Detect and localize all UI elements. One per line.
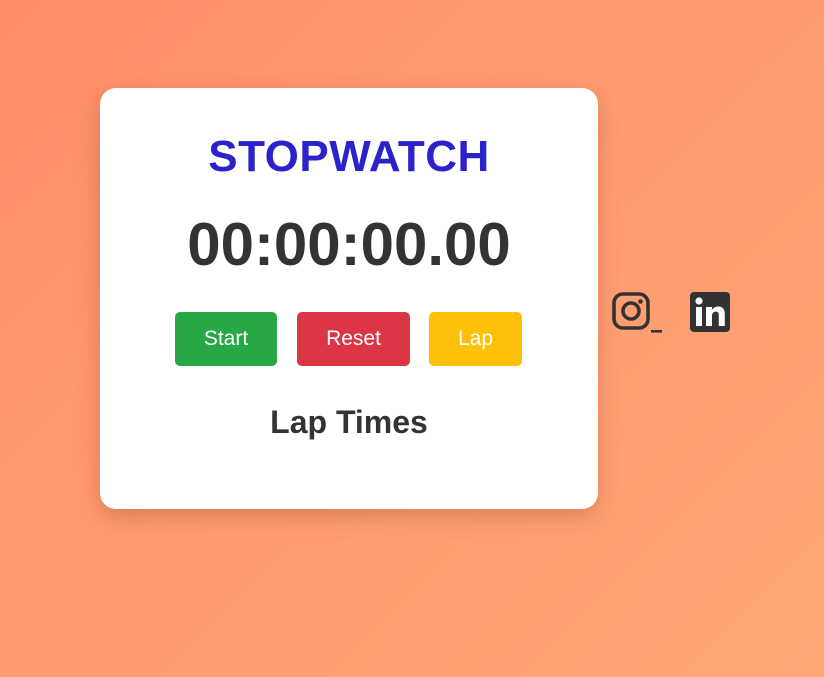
controls: Start Reset Lap <box>100 312 598 366</box>
instagram-icon[interactable] <box>610 291 664 335</box>
lap-times-heading: Lap Times <box>270 404 428 440</box>
lap-button[interactable]: Lap <box>429 312 522 366</box>
page-title: STOPWATCH <box>208 132 490 181</box>
time-display: 00:00:00.00 <box>187 211 511 278</box>
reset-button[interactable]: Reset <box>297 312 410 366</box>
start-button[interactable]: Start <box>175 312 277 366</box>
linkedin-icon[interactable] <box>689 291 731 335</box>
stopwatch-card: STOPWATCH 00:00:00.00 Start Reset Lap La… <box>100 88 598 509</box>
